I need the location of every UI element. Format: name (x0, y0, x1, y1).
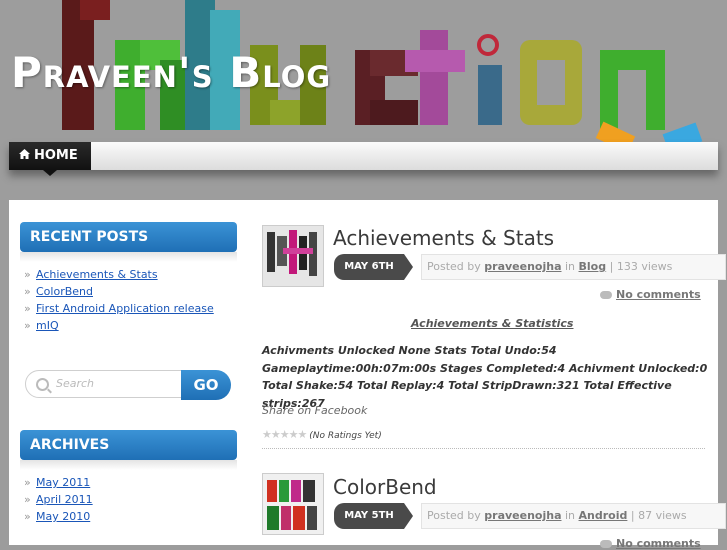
post-thumbnail[interactable] (262, 473, 324, 535)
list-item: April 2011 (24, 491, 93, 508)
search-icon (36, 378, 49, 391)
archive-link[interactable]: May 2010 (36, 510, 90, 523)
posted-by-label: Posted by (427, 509, 481, 522)
date-badge-tip (404, 503, 413, 529)
view-count: | 133 views (609, 260, 673, 273)
list-item: Achievements & Stats (24, 266, 214, 283)
blog-title[interactable]: Praveen's Blog (11, 48, 331, 97)
search-input[interactable]: Search (56, 377, 94, 390)
list-item: May 2011 (24, 474, 93, 491)
post-date: MAY 6TH (344, 261, 394, 272)
recent-posts-title: RECENT POSTS (30, 229, 149, 245)
post-date-badge: MAY 5TH (334, 503, 413, 529)
post-date: MAY 5TH (344, 510, 394, 521)
view-count: | 87 views (630, 509, 687, 522)
post-meta: Posted by praveenojha in Blog | 133 view… (421, 254, 726, 280)
post-title[interactable]: ColorBend (333, 475, 437, 499)
recent-post-link[interactable]: mIQ (36, 319, 59, 332)
author-link[interactable]: praveenojha (484, 509, 561, 522)
home-icon (19, 142, 30, 159)
search-go-button[interactable]: GO (181, 370, 231, 400)
archives-title: ARCHIVES (30, 437, 110, 453)
recent-posts-heading: RECENT POSTS (20, 222, 237, 260)
category-link[interactable]: Android (579, 509, 628, 522)
search-field[interactable]: Search (25, 370, 185, 398)
comments-label: No comments (616, 288, 701, 301)
in-label: in (565, 260, 576, 273)
rating-stars[interactable]: ★★★★★ (262, 428, 308, 441)
archive-link[interactable]: May 2011 (36, 476, 90, 489)
post-thumbnail-image (263, 474, 323, 534)
author-link[interactable]: praveenojha (484, 260, 561, 273)
rating-label: (No Ratings Yet) (309, 431, 382, 441)
recent-post-link[interactable]: Achievements & Stats (36, 268, 158, 281)
nav-home-tab[interactable]: HOME (9, 142, 91, 176)
comments-link[interactable]: No comments (600, 288, 701, 301)
comments-link[interactable]: No comments (600, 537, 701, 550)
content-area: RECENT POSTS Achievements & Stats ColorB… (9, 200, 726, 550)
heading-shade (20, 252, 237, 262)
recent-posts-list: Achievements & Stats ColorBend First And… (24, 266, 214, 334)
list-item: First Android Application release (24, 300, 214, 317)
list-item: May 2010 (24, 508, 93, 525)
post-meta: Posted by praveenojha in Android | 87 vi… (421, 503, 726, 529)
post-date-badge: MAY 6TH (334, 254, 413, 280)
post-rating: ★★★★★ (No Ratings Yet) (262, 428, 382, 441)
star-icon[interactable]: ★ (298, 428, 308, 441)
list-item: ColorBend (24, 283, 214, 300)
share-facebook-link[interactable]: Share on Facebook (262, 404, 367, 417)
post-title[interactable]: Achievements & Stats (333, 226, 554, 250)
comment-bubble-icon (600, 540, 612, 548)
site-header: Praveen's Blog HOME (0, 0, 727, 200)
home-tab-label: HOME (34, 148, 78, 163)
comments-label: No comments (616, 537, 701, 550)
list-item: mIQ (24, 317, 214, 334)
post-divider (262, 448, 705, 449)
post-subtitle: Achievements & Statistics (411, 317, 574, 330)
category-link[interactable]: Blog (579, 260, 607, 273)
archives-list: May 2011 April 2011 May 2010 (24, 474, 93, 525)
header-artwork (62, 0, 703, 154)
comment-bubble-icon (600, 291, 612, 299)
in-label: in (565, 509, 576, 522)
archives-heading: ARCHIVES (20, 430, 237, 468)
post-thumbnail-image (263, 226, 323, 286)
active-tab-indicator (43, 170, 57, 176)
post-thumbnail[interactable] (262, 225, 324, 287)
recent-post-link[interactable]: ColorBend (36, 285, 93, 298)
archive-link[interactable]: April 2011 (36, 493, 93, 506)
date-badge-tip (404, 254, 413, 280)
recent-post-link[interactable]: First Android Application release (36, 302, 214, 315)
heading-shade (20, 460, 237, 470)
post-body: Achivments Unlocked None Stats Total Und… (262, 344, 708, 410)
main-navigation: HOME (9, 142, 718, 176)
posted-by-label: Posted by (427, 260, 481, 273)
